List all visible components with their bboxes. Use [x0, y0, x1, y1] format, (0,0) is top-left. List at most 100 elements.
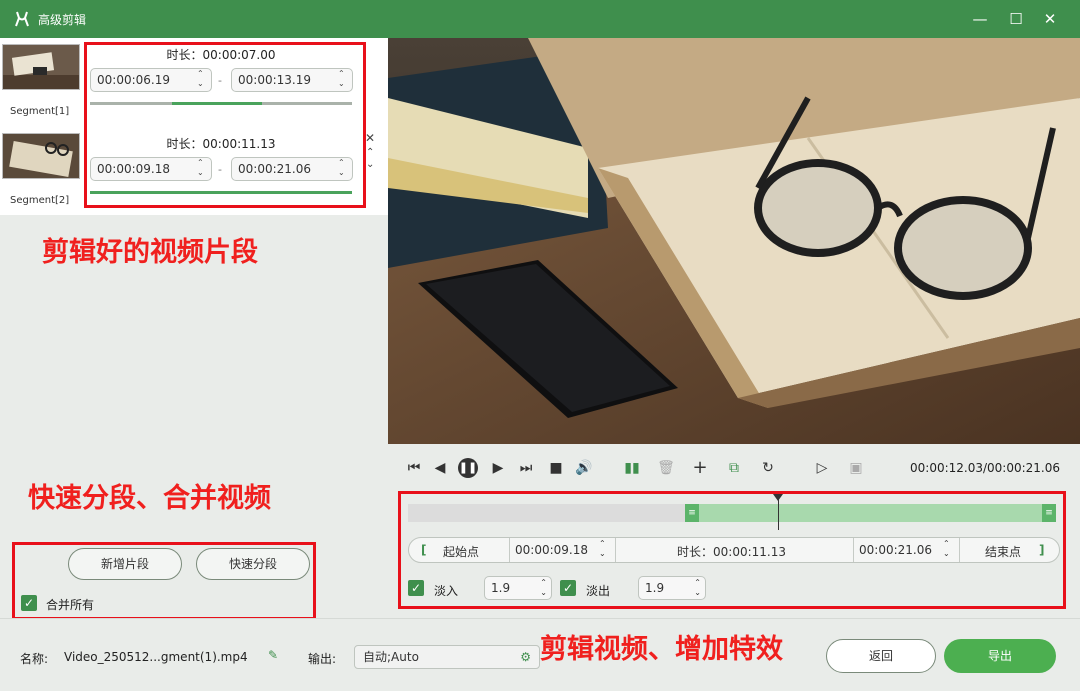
title-bar: 高级剪辑 — ☐ ✕ [0, 0, 1080, 38]
trim-start-value[interactable]: 00:00:09.18 [515, 543, 588, 557]
play-range-icon[interactable]: ▷ [812, 458, 832, 478]
reset-icon[interactable]: ↻ [758, 458, 778, 478]
segment-progress [90, 191, 352, 194]
segment-end-value: 00:00:21.06 [238, 162, 311, 176]
segment-item[interactable]: Segment[2] 时长：00:00:11.13 00:00:09.18 ⌃ ⌄… [0, 127, 388, 215]
segment-start-input[interactable]: 00:00:06.19 ⌃ ⌄ [90, 68, 212, 92]
move-down-icon[interactable]: ⌄ [366, 159, 374, 170]
set-start-button[interactable]: 起始点 [443, 543, 479, 560]
stepper-arrows-icon[interactable]: ⌃ ⌄ [540, 578, 547, 598]
annotation-split: 快速分段、合并视频 [28, 483, 271, 514]
close-icon[interactable]: ✕ [1038, 8, 1062, 30]
output-format-select[interactable]: 自动;Auto ⚙ [354, 645, 540, 669]
quick-split-button[interactable]: 快速分段 [196, 548, 310, 580]
segment-item[interactable]: Segment[1] 时长：00:00:07.00 00:00:06.19 ⌃ ⌄… [0, 38, 388, 126]
stepper-arrows-icon[interactable]: ⌃ ⌄ [943, 539, 950, 559]
maximize-icon[interactable]: ☐ [1004, 8, 1028, 30]
trim-row: [ 起始点 00:00:09.18 ⌃ ⌄ 时长：00:00:11.13 00:0… [408, 537, 1060, 563]
segment-end-input[interactable]: 00:00:13.19 ⌃ ⌄ [231, 68, 353, 92]
export-button[interactable]: 导出 [944, 639, 1056, 673]
end-bracket-icon[interactable]: ] [1039, 543, 1044, 557]
window-title: 高级剪辑 [38, 13, 87, 27]
delete-segment-icon[interactable]: ✕ [365, 131, 375, 145]
trim-selection [685, 504, 1056, 522]
range-dash: - [218, 74, 222, 87]
preview-frame-image [388, 38, 1080, 444]
playhead-marker-icon [773, 494, 783, 501]
skip-to-end-icon[interactable]: ⏭ [516, 458, 536, 478]
fade-out-checkbox[interactable]: ✓ [560, 580, 576, 596]
back-button[interactable]: 返回 [826, 639, 936, 673]
segment-start-value: 00:00:09.18 [97, 162, 170, 176]
fade-out-value: 1.9 [645, 581, 665, 595]
new-segment-button[interactable]: 新增片段 [68, 548, 182, 580]
divider [615, 538, 616, 562]
output-label: 输出: [308, 652, 337, 666]
trim-timeline[interactable]: ≡ ≡ [408, 494, 1056, 530]
fade-out-input[interactable]: 1.9 ⌃ ⌄ [638, 576, 706, 600]
video-preview[interactable] [388, 38, 1080, 444]
pause-icon[interactable]: ❚❚ [458, 458, 478, 478]
stepper-arrows-icon[interactable]: ⌃ ⌄ [338, 158, 348, 178]
trim-end-handle[interactable]: ≡ [1042, 504, 1056, 522]
bottom-bar: 名称: Video_250512...gment(1).mp4 ✎ 输出: 自动… [0, 618, 1080, 691]
annotation-clips: 剪辑好的视频片段 [42, 237, 258, 268]
app-logo-icon [13, 10, 31, 28]
step-back-icon[interactable]: ◀ [430, 458, 450, 478]
fade-in-value: 1.9 [491, 581, 511, 595]
stepper-arrows-icon[interactable]: ⌃ ⌄ [197, 158, 207, 178]
set-end-button[interactable]: 结束点 [985, 543, 1021, 560]
merge-all-label: 合并所有 [46, 598, 95, 612]
segment-label: Segment[2] [10, 195, 70, 206]
name-label: 名称: [20, 652, 49, 666]
fade-out-label: 淡出 [586, 584, 611, 598]
loop-range-icon[interactable]: ▣ [846, 458, 866, 478]
segment-list: Segment[1] 时长：00:00:07.00 00:00:06.19 ⌃ ⌄… [0, 38, 388, 215]
delete-icon[interactable]: 🗑 [656, 458, 676, 478]
add-icon[interactable]: + [690, 458, 710, 478]
edit-name-icon[interactable]: ✎ [268, 648, 278, 662]
stepper-arrows-icon[interactable]: ⌃ ⌄ [197, 69, 207, 89]
step-forward-icon[interactable]: ▶ [488, 458, 508, 478]
start-bracket-icon[interactable]: [ [421, 543, 426, 557]
trim-duration: 时长：00:00:11.13 [677, 545, 786, 559]
segment-end-input[interactable]: 00:00:21.06 ⌃ ⌄ [231, 157, 353, 181]
trim-end-value[interactable]: 00:00:21.06 [859, 543, 932, 557]
segment-progress-fill [90, 191, 352, 194]
trim-start-handle[interactable]: ≡ [685, 504, 699, 522]
segment-end-value: 00:00:13.19 [238, 73, 311, 87]
divider [853, 538, 854, 562]
stepper-arrows-icon[interactable]: ⌃ ⌄ [338, 69, 348, 89]
fade-in-input[interactable]: 1.9 ⌃ ⌄ [484, 576, 552, 600]
stepper-arrows-icon[interactable]: ⌃ ⌄ [599, 539, 606, 559]
segment-label: Segment[1] [10, 106, 70, 117]
stop-icon[interactable]: ■ [546, 458, 566, 478]
segment-start-value: 00:00:06.19 [97, 73, 170, 87]
output-format-value: 自动;Auto [363, 650, 419, 664]
divider [509, 538, 510, 562]
annotation-edit: 剪辑视频、增加特效 [540, 634, 783, 665]
settings-gear-icon[interactable]: ⚙ [520, 646, 531, 668]
copy-icon[interactable]: ⧉ [724, 458, 744, 478]
segment-start-input[interactable]: 00:00:09.18 ⌃ ⌄ [90, 157, 212, 181]
fade-in-checkbox[interactable]: ✓ [408, 580, 424, 596]
left-panel: Segment[1] 时长：00:00:07.00 00:00:06.19 ⌃ ⌄… [0, 38, 388, 620]
controls-panel: ⏮ ◀ ❚❚ ▶ ⏭ ■ 🔊 ▮▮ 🗑 + ⧉ ↻ ▷ ▣ 00:00:12.0… [388, 444, 1080, 618]
skip-to-start-icon[interactable]: ⏮ [404, 458, 424, 478]
minimize-icon[interactable]: — [968, 8, 992, 30]
playhead[interactable] [778, 496, 779, 530]
segment-thumbnail [2, 133, 80, 179]
volume-icon[interactable]: 🔊 [574, 458, 594, 478]
range-dash: - [218, 163, 222, 176]
playback-timecode: 00:00:12.03/00:00:21.06 [910, 461, 1060, 475]
split-icon[interactable]: ▮▮ [622, 458, 642, 478]
merge-all-checkbox[interactable]: ✓ [21, 595, 37, 611]
segment-progress-fill [172, 102, 262, 105]
stepper-arrows-icon[interactable]: ⌃ ⌄ [694, 578, 701, 598]
segment-duration: 时长：00:00:07.00 [166, 48, 276, 62]
output-filename: Video_250512...gment(1).mp4 [64, 650, 248, 664]
segment-thumbnail [2, 44, 80, 90]
segment-progress [90, 102, 352, 105]
move-up-icon[interactable]: ⌃ [366, 147, 374, 158]
segment-duration: 时长：00:00:11.13 [166, 137, 276, 151]
